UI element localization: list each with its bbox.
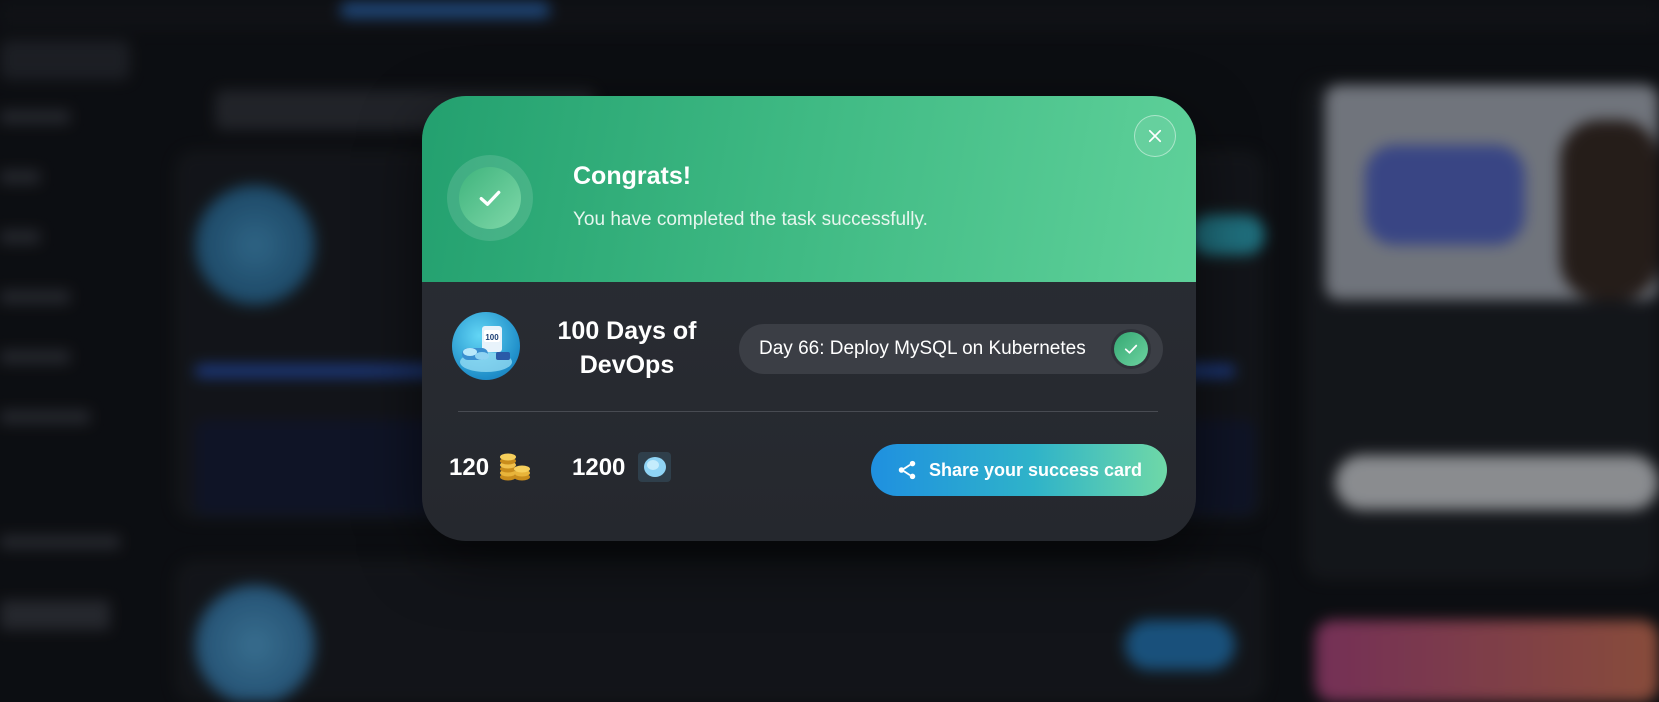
svg-text:100: 100 — [485, 333, 499, 342]
modal-header: Congrats! You have completed the task su… — [422, 96, 1196, 282]
close-icon — [1148, 129, 1162, 143]
modal-subtitle: You have completed the task successfully… — [573, 209, 928, 230]
course-title: 100 Days of DevOps — [557, 317, 697, 379]
check-icon — [459, 167, 521, 229]
share-icon — [898, 460, 916, 480]
task-pill: Day 66: Deploy MySQL on Kubernetes — [739, 324, 1163, 374]
share-button-label: Share your success card — [928, 459, 1143, 480]
modal-title: Congrats! — [573, 162, 692, 190]
success-check-badge — [447, 155, 533, 241]
success-modal: Congrats! You have completed the task su… — [422, 96, 1196, 541]
gem-icon — [638, 452, 671, 482]
close-button[interactable] — [1134, 115, 1176, 157]
divider — [458, 411, 1158, 412]
task-complete-badge — [1111, 329, 1151, 369]
task-label: Day 66: Deploy MySQL on Kubernetes — [759, 338, 1086, 359]
check-icon — [1114, 332, 1148, 366]
coins-icon — [498, 451, 532, 488]
coins-count: 120 — [449, 454, 490, 481]
gems-count: 1200 — [572, 454, 626, 481]
course-icon: 100 — [452, 312, 520, 380]
share-success-card-button[interactable]: Share your success card — [871, 444, 1167, 496]
